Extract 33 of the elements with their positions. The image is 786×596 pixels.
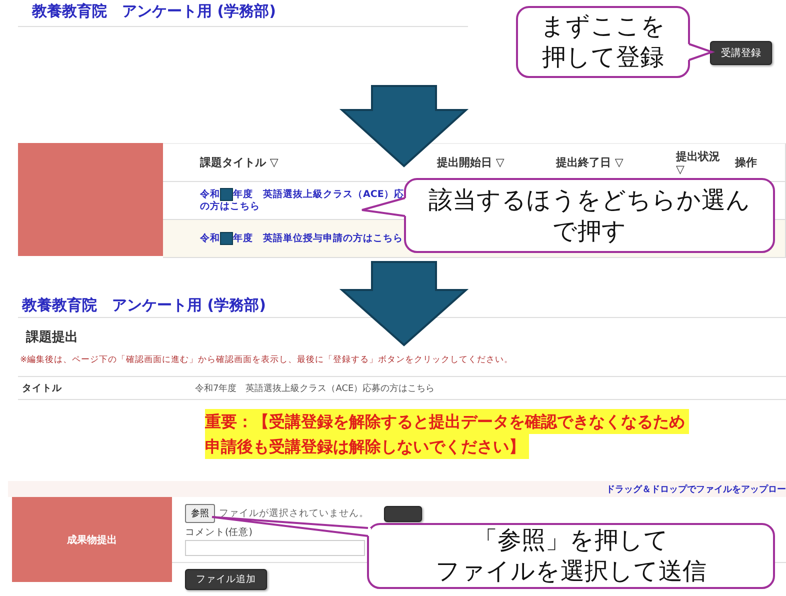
- instruction-note: ※編集後は、ページ下の「確認画面に進む」から確認画面を表示し、最後に「登録する」ボタンをクリックしてください。: [20, 354, 514, 367]
- redaction-mark: [220, 188, 233, 201]
- column-header[interactable]: 課題タイトル ▽: [200, 155, 437, 170]
- file-status: ファイルが選択されていません。: [219, 507, 369, 520]
- callout-pointer: [686, 41, 715, 63]
- assignment-link[interactable]: 年度 英語単位授与申請の方はこちら: [233, 232, 403, 244]
- assignment-link[interactable]: 令和: [200, 188, 220, 200]
- comment-field[interactable]: [185, 540, 365, 556]
- drop-hint: ドラッグ＆ドロップでファイルをアップロー: [606, 483, 786, 497]
- column-header[interactable]: 操作: [735, 155, 757, 170]
- browse-button[interactable]: 参照: [185, 504, 215, 523]
- upload-button[interactable]: [384, 506, 422, 522]
- column-header[interactable]: 提出開始日 ▽: [437, 155, 556, 170]
- column-header[interactable]: 提出状況 ▽: [676, 150, 726, 176]
- page-title: 教養教育院 アンケート用 (学務部): [22, 295, 266, 315]
- redaction-mark: [220, 232, 233, 245]
- callout: まずここを 押して登録: [516, 6, 690, 78]
- register-button[interactable]: 受講登録: [710, 41, 772, 65]
- callout: 該当するほうをどちらか選ん で押す: [404, 178, 775, 253]
- assignment-link[interactable]: 年度 英語選抜上級クラス（ACE）応: [233, 188, 404, 200]
- assignment-link[interactable]: 令和: [200, 232, 220, 244]
- warning-text: 重要：【受講登録を解除すると提出データを確認できなくなるため: [205, 409, 689, 434]
- row-label: 成果物提出: [67, 534, 117, 546]
- add-file-button[interactable]: ファイル追加: [185, 569, 267, 590]
- section-heading: 課題提出: [26, 329, 79, 346]
- assignment-link[interactable]: の方はこちら: [200, 201, 260, 213]
- warning-text: 申請後も受講登録は解除しないでください】: [205, 434, 529, 459]
- field-label: タイトル: [21, 382, 63, 394]
- callout: 「参照」を押して ファイルを選択して送信: [367, 523, 775, 589]
- column-header[interactable]: 提出終了日 ▽: [556, 155, 676, 170]
- comment-label: コメント(任意): [185, 526, 252, 539]
- page-title: 教養教育院 アンケート用 (学務部): [32, 1, 276, 22]
- field-value: 令和7年度 英語選抜上級クラス（ACE）応募の方はこちら: [195, 382, 435, 394]
